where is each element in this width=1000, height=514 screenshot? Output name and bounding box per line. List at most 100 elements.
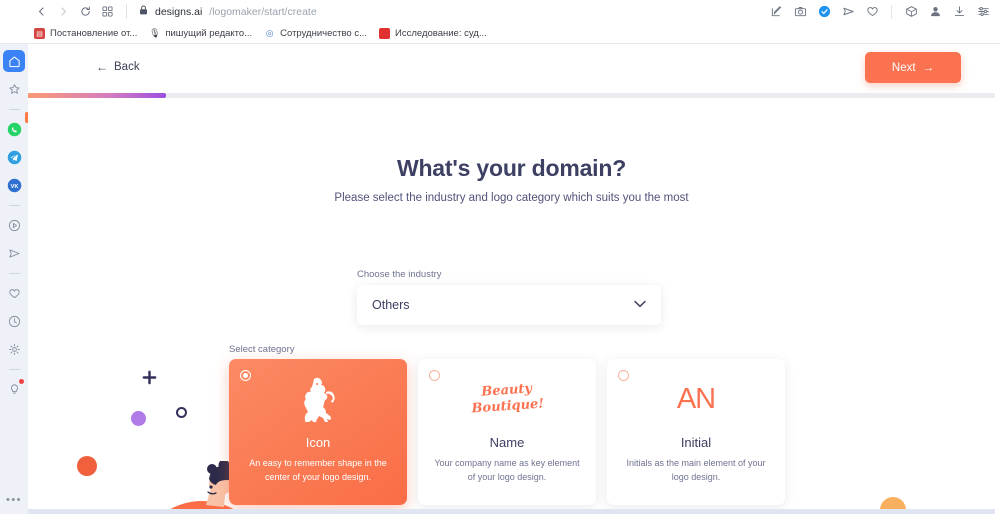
deco-ring [176, 407, 187, 418]
page-title: What's your domain? [396, 155, 627, 181]
category-card-initial[interactable]: AN Initial Initials as the main element … [607, 359, 785, 505]
heart-outline-icon [8, 287, 21, 300]
bookmark-item[interactable]: ◎ Сотрудничество с... [264, 28, 367, 39]
send-icon[interactable] [841, 5, 855, 19]
svg-text:VK: VK [10, 183, 18, 189]
sidebar-divider [8, 369, 20, 370]
script-wordmark-art: Beauty Boutique! [471, 365, 544, 433]
arrow-right-icon: → [922, 61, 935, 74]
play-circle-icon [8, 219, 21, 232]
back-step-label: Back [114, 61, 140, 73]
vk-icon: VK [7, 178, 22, 193]
tab-overview-button[interactable] [96, 1, 118, 23]
page-bottom-strip [28, 509, 995, 514]
deco-purple-dot [131, 411, 146, 426]
address-bar[interactable]: designs.ai/logomaker/start/create [139, 5, 317, 18]
profile-icon[interactable] [928, 5, 942, 19]
radio-unselected-icon[interactable] [429, 370, 440, 381]
bookmark-item[interactable]: ▤ Постановление от... [34, 28, 137, 39]
toolbar-divider [891, 4, 892, 19]
category-title: Icon [305, 435, 331, 450]
sidebar-more-button[interactable]: ••• [0, 495, 28, 506]
paper-plane-icon [8, 247, 21, 260]
bookmark-label: Исследование: суд... [395, 28, 487, 39]
gear-icon [8, 343, 21, 356]
settings-sliders-icon[interactable] [976, 5, 990, 19]
download-icon[interactable] [952, 5, 966, 19]
browser-chrome: designs.ai/logomaker/start/create ▤ Пост… [0, 0, 1000, 44]
logomaker-app: ← Back Next → What's your domain? Please… [28, 44, 995, 514]
browser-nav-row: designs.ai/logomaker/start/create [0, 0, 1000, 23]
url-domain: designs.ai [155, 5, 203, 18]
chevron-down-icon [634, 299, 646, 311]
bookmark-favicon-icon: 🎙 [149, 28, 161, 38]
initials-text: AN [676, 382, 716, 415]
category-description: An easy to remember shape in the center … [249, 458, 387, 482]
sidebar-item-history[interactable] [3, 310, 25, 332]
bookmark-label: Сотрудничество с... [280, 28, 367, 39]
radio-selected-icon[interactable] [240, 370, 251, 381]
heart-icon[interactable] [865, 5, 879, 19]
forward-button[interactable] [52, 1, 74, 23]
camera-icon[interactable] [793, 5, 807, 19]
category-description: Your company name as key element of your… [434, 458, 580, 482]
bookmarks-bar: ▤ Постановление от... 🎙 пишущий редакто.… [0, 23, 1000, 44]
sidebar-item-send[interactable] [3, 242, 25, 264]
arrow-left-icon: ← [96, 60, 108, 74]
bookmark-item[interactable]: Исследование: суд... [379, 28, 487, 39]
category-card-name[interactable]: Beauty Boutique! Name Your company name a… [418, 359, 596, 505]
script-wordmark-text: Beauty Boutique! [470, 381, 545, 417]
category-title: Name [489, 435, 525, 450]
next-button[interactable]: Next → [865, 52, 961, 83]
clock-icon [8, 315, 21, 328]
industry-select[interactable]: Others [357, 285, 661, 325]
sidebar-item-player[interactable] [3, 214, 25, 236]
bookmark-item[interactable]: 🎙 пишущий редакто... [149, 28, 252, 39]
sidebar-item-whatsapp[interactable] [3, 118, 25, 140]
radio-unselected-icon[interactable] [618, 370, 629, 381]
bookmark-label: пишущий редакто... [165, 28, 253, 39]
category-title: Initial [680, 435, 712, 450]
sidebar-item-vk[interactable]: VK [3, 174, 25, 196]
bookmark-favicon-icon [379, 28, 390, 39]
lock-icon [139, 5, 148, 18]
sidebar-divider [8, 273, 20, 274]
sidebar-item-likes[interactable] [3, 282, 25, 304]
back-button[interactable] [30, 1, 52, 23]
industry-selected-value: Others [372, 298, 410, 312]
page-subtitle: Please select the industry and logo cate… [334, 192, 689, 204]
url-path: /logomaker/start/create [209, 5, 317, 18]
app-header: ← Back Next → [28, 44, 995, 93]
bookmark-favicon-icon: ▤ [34, 28, 45, 39]
deco-plus-icon [141, 369, 158, 391]
sidebar-item-settings[interactable] [3, 338, 25, 360]
sidebar-item-notifications[interactable] [3, 378, 25, 400]
sidebar-item-home[interactable] [3, 50, 25, 72]
left-sidebar: VK ••• [0, 44, 28, 514]
edit-square-icon[interactable] [769, 5, 783, 19]
bulb-icon [8, 383, 21, 396]
lion-rampant-icon [298, 365, 338, 433]
reload-button[interactable] [74, 1, 96, 23]
telegram-icon [7, 150, 22, 165]
industry-label: Choose the industry [357, 269, 442, 280]
star-outline-icon [8, 83, 21, 96]
notification-badge [19, 379, 24, 384]
nav-divider [126, 4, 127, 19]
sidebar-divider [8, 109, 20, 110]
category-description: Initials as the main element of your log… [626, 458, 766, 482]
back-step-button[interactable]: ← Back [96, 60, 140, 74]
category-card-icon[interactable]: Icon An easy to remember shape in the ce… [229, 359, 407, 505]
sidebar-item-favorites[interactable] [3, 78, 25, 100]
initials-art: AN [676, 365, 716, 433]
whatsapp-icon [7, 122, 22, 137]
sidebar-item-telegram[interactable] [3, 146, 25, 168]
bookmark-label: Постановление от... [50, 28, 138, 39]
home-icon [8, 55, 21, 68]
browser-toolbar-icons [769, 0, 990, 23]
next-label: Next [891, 61, 916, 74]
shield-check-icon[interactable] [817, 5, 831, 19]
category-cards: Icon An easy to remember shape in the ce… [229, 359, 785, 505]
package-icon[interactable] [904, 5, 918, 19]
main-content: What's your domain? Please select the in… [28, 93, 995, 514]
